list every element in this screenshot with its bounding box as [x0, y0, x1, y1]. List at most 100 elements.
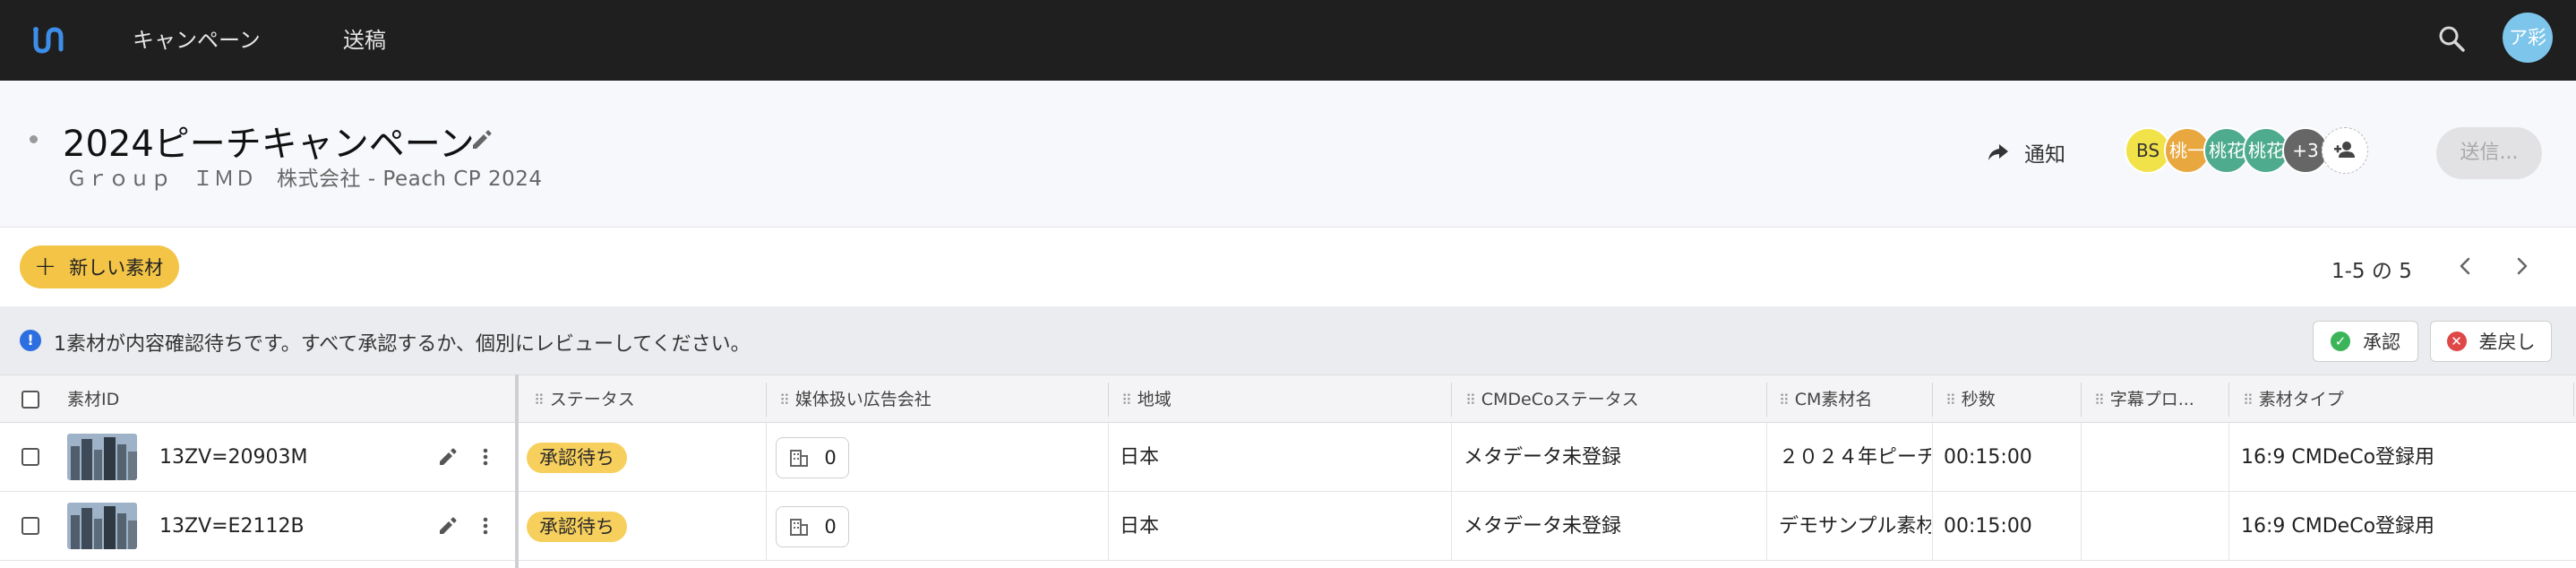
column-label: 字幕プロ...	[2109, 390, 2193, 409]
column-divider[interactable]	[1451, 383, 1452, 417]
select-all-checkbox[interactable]	[21, 391, 39, 409]
cell-divider	[1108, 492, 1109, 561]
page-title: 2024ピーチキャンペーン	[63, 124, 475, 165]
notify-label: 通知	[2024, 143, 2065, 167]
agency-count: 0	[824, 447, 837, 469]
column-label: ステータス	[549, 390, 635, 409]
reject-all-button[interactable]: ✕ 差戻し	[2430, 321, 2552, 362]
approve-label: 承認	[2363, 331, 2400, 353]
cell-divider	[1451, 423, 1452, 492]
column-divider[interactable]	[766, 383, 767, 417]
table-row[interactable]: 13ZV=E2112B 承認待ち 0 日本 メタデータ未登録 デモサンプル素材 …	[0, 492, 2576, 561]
material-id: 13ZV=E2112B	[159, 515, 305, 538]
edit-icon[interactable]	[435, 513, 460, 538]
new-material-button[interactable]: + 新しい素材	[20, 245, 180, 288]
table-row[interactable]: 13ZV=20903M 承認待ち 0 日本 メタデータ未登録 ２０２４年ピーチ …	[0, 423, 2576, 492]
column-divider[interactable]	[1108, 383, 1109, 417]
column-header-status[interactable]: ⠿ ステータス	[534, 375, 635, 424]
building-icon	[790, 450, 809, 467]
region-cell: 日本	[1120, 515, 1160, 538]
cell-divider	[1766, 492, 1767, 561]
nav-item-campaign[interactable]: キャンペーン	[133, 0, 261, 81]
column-label: 素材タイプ	[2258, 390, 2344, 409]
frozen-column-divider	[515, 374, 519, 568]
column-divider[interactable]	[2228, 383, 2229, 417]
cell-divider	[1932, 492, 1933, 561]
nav-item-delivery[interactable]: 送稿	[343, 0, 386, 81]
material-id: 13ZV=20903M	[159, 446, 308, 469]
column-divider[interactable]	[2573, 383, 2574, 417]
agency-count-chip[interactable]: 0	[776, 506, 849, 547]
alert-message: 1素材が内容確認待ちです。すべて承認するか、個別にレビューしてください。	[54, 333, 751, 356]
pagination-info: 1-5 の 5	[2331, 260, 2412, 283]
seconds-cell: 00:15:00	[1944, 446, 2032, 469]
agency-count: 0	[824, 516, 837, 538]
add-person-icon	[2334, 142, 2355, 158]
cell-divider	[2081, 423, 2082, 492]
column-header-cmdeco-status[interactable]: ⠿ CMDeCoステータス	[1465, 375, 1639, 424]
column-header-seconds[interactable]: ⠿ 秒数	[1945, 375, 1996, 424]
column-header-cm-name[interactable]: ⠿ CM素材名	[1779, 375, 1872, 424]
cmdeco-status-cell: メタデータ未登録	[1464, 515, 1622, 538]
app-logo-icon[interactable]	[30, 22, 66, 58]
cell-divider	[766, 423, 767, 492]
plus-icon: +	[34, 251, 57, 282]
campaign-subtitle: Ｇｒｏｕｐ ＩＭＤ 株式会社 - Peach CP 2024	[66, 168, 543, 191]
cancel-circle-icon: ✕	[2446, 331, 2467, 351]
row-checkbox[interactable]	[21, 448, 39, 466]
column-divider[interactable]	[2081, 383, 2082, 417]
cell-divider	[2228, 423, 2229, 492]
status-badge: 承認待ち	[527, 443, 627, 473]
column-header-region[interactable]: ⠿ 地域	[1121, 375, 1172, 424]
user-avatar[interactable]: ア彩	[2503, 13, 2553, 63]
top-nav: キャンペーン 送稿 ア彩	[0, 0, 2576, 81]
chevron-right-icon[interactable]	[2512, 251, 2533, 281]
edit-icon[interactable]	[435, 444, 460, 469]
campaign-header: 2024ピーチキャンペーン Ｇｒｏｕｐ ＩＭＤ 株式会社 - Peach CP …	[0, 81, 2576, 228]
column-divider[interactable]	[1766, 383, 1767, 417]
material-thumbnail[interactable]	[67, 503, 137, 549]
column-label: 素材ID	[67, 390, 120, 409]
cell-divider	[2081, 492, 2082, 561]
share-arrow-icon	[1988, 144, 2008, 160]
status-dot	[30, 135, 38, 143]
chevron-left-icon[interactable]	[2454, 251, 2476, 281]
info-icon: !	[20, 330, 41, 351]
new-material-label: 新しい素材	[69, 257, 164, 279]
row-checkbox[interactable]	[21, 517, 39, 535]
material-thumbnail[interactable]	[67, 434, 137, 480]
reject-label: 差戻し	[2478, 331, 2536, 353]
cell-divider	[1766, 423, 1767, 492]
column-divider[interactable]	[1932, 383, 1933, 417]
agency-count-chip[interactable]: 0	[776, 437, 849, 478]
approve-all-button[interactable]: ✓ 承認	[2313, 321, 2418, 362]
column-label: 地域	[1137, 390, 1172, 409]
building-icon	[790, 519, 809, 536]
column-header-agency[interactable]: ⠿ 媒体扱い広告会社	[779, 375, 932, 424]
more-vert-icon[interactable]	[473, 444, 498, 469]
cell-divider	[2228, 492, 2229, 561]
check-circle-icon: ✓	[2331, 331, 2350, 351]
column-label: CMDeCoステータス	[1481, 390, 1639, 409]
cm-name-cell: ２０２４年ピーチ	[1779, 446, 1931, 469]
cell-divider	[1932, 423, 1933, 492]
column-label: CM素材名	[1794, 390, 1873, 409]
search-icon[interactable]	[2434, 22, 2470, 57]
region-cell: 日本	[1120, 446, 1160, 469]
more-vert-icon[interactable]	[473, 513, 498, 538]
add-member-button[interactable]	[2322, 127, 2368, 174]
column-label: 媒体扱い広告会社	[794, 390, 932, 409]
send-button[interactable]: 送信...	[2436, 127, 2542, 179]
column-header-type[interactable]: ⠿ 素材タイプ	[2243, 375, 2344, 424]
cmdeco-status-cell: メタデータ未登録	[1464, 446, 1622, 469]
status-badge: 承認待ち	[527, 512, 627, 542]
cell-divider	[1108, 423, 1109, 492]
column-header-subtitle[interactable]: ⠿ 字幕プロ...	[2094, 375, 2193, 424]
review-alert: ! 1素材が内容確認待ちです。すべて承認するか、個別にレビューしてください。 ✓…	[0, 306, 2576, 374]
cell-divider	[766, 492, 767, 561]
edit-title-icon[interactable]	[468, 125, 496, 154]
column-header-id[interactable]: 素材ID	[67, 375, 119, 424]
seconds-cell: 00:15:00	[1944, 515, 2032, 538]
type-cell: 16:9 CMDeCo登録用	[2241, 515, 2435, 538]
notify-button[interactable]: 通知	[1987, 136, 2065, 168]
